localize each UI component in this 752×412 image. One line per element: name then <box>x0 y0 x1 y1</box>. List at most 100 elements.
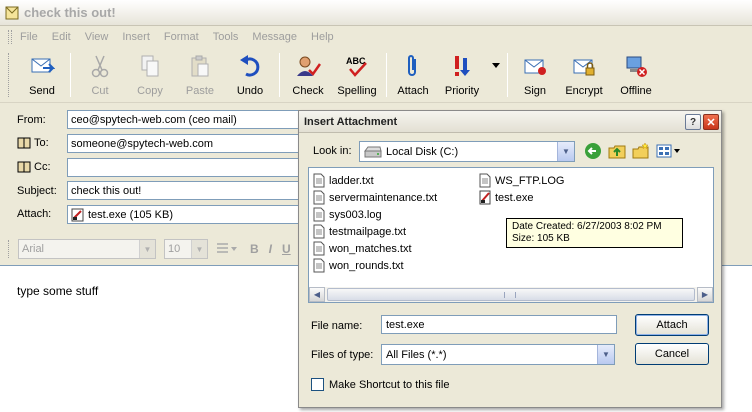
attach-field[interactable]: test.exe (105 KB) <box>67 205 307 224</box>
toolbar-grip <box>8 53 12 97</box>
scroll-left-button[interactable]: ◀ <box>309 287 325 302</box>
priority-dropdown[interactable] <box>489 49 503 99</box>
encrypt-button[interactable]: Encrypt <box>558 49 610 99</box>
priority-icon <box>448 53 476 79</box>
sign-button[interactable]: Sign <box>512 49 558 99</box>
menu-file[interactable]: File <box>20 31 38 43</box>
menu-insert[interactable]: Insert <box>122 31 150 43</box>
undo-label: Undo <box>236 85 264 97</box>
scroll-track[interactable] <box>325 287 697 302</box>
send-label: Send <box>29 85 55 97</box>
list-item[interactable]: testmailpage.txt <box>313 224 406 239</box>
attach-value: test.exe (105 KB) <box>88 208 173 221</box>
check-names-button[interactable]: Check <box>284 49 332 99</box>
checkbox[interactable] <box>311 378 324 391</box>
text-file-icon <box>313 190 325 205</box>
scroll-thumb[interactable] <box>327 288 695 301</box>
subject-field[interactable]: check this out! <box>67 181 307 200</box>
new-folder-button[interactable] <box>631 141 651 161</box>
back-arrow-icon <box>585 143 601 159</box>
file-name: WS_FTP.LOG <box>495 174 565 187</box>
scroll-right-button[interactable]: ▶ <box>697 287 713 302</box>
address-book-icon <box>17 137 31 149</box>
list-item[interactable]: won_rounds.txt <box>313 258 404 273</box>
up-folder-icon <box>608 145 626 159</box>
text-file-icon <box>313 224 325 239</box>
toolbar-separator <box>279 53 280 97</box>
menu-help[interactable]: Help <box>311 31 334 43</box>
file-tooltip: Date Created: 6/27/2003 8:02 PM Size: 10… <box>506 218 683 248</box>
paste-button[interactable]: Paste <box>175 49 225 99</box>
paste-icon <box>186 53 214 79</box>
lookin-select[interactable]: Local Disk (C:) ▼ <box>359 141 575 162</box>
attach-label-header: Attach: <box>17 208 52 220</box>
list-item[interactable]: WS_FTP.LOG <box>479 173 564 188</box>
list-item[interactable]: test.exe <box>479 190 534 205</box>
bold-button[interactable]: B <box>250 242 259 256</box>
copy-button[interactable]: Copy <box>125 49 175 99</box>
send-button[interactable]: Send <box>18 49 66 99</box>
paste-label: Paste <box>185 85 215 97</box>
menu-view[interactable]: View <box>85 31 109 43</box>
italic-button[interactable]: I <box>269 242 272 256</box>
chevron-down-icon: ▼ <box>557 142 574 161</box>
filetype-select[interactable]: All Files (*.*) ▼ <box>381 344 615 365</box>
text-file-icon <box>313 241 325 256</box>
font-value: Arial <box>22 243 45 255</box>
from-label: From: <box>17 114 46 126</box>
toolbar-separator <box>507 53 508 97</box>
attach-button[interactable]: Attach <box>391 49 435 99</box>
menu-message[interactable]: Message <box>252 31 297 43</box>
filename-input[interactable]: test.exe <box>381 315 617 334</box>
close-button[interactable]: ✕ <box>703 114 719 130</box>
file-name: sys003.log <box>329 208 382 221</box>
to-field[interactable]: someone@spytech-web.com <box>67 134 307 153</box>
tooltip-date: Date Created: 6/27/2003 8:02 PM <box>512 221 662 232</box>
chevron-down-icon <box>489 53 503 79</box>
undo-button[interactable]: Undo <box>225 49 275 99</box>
toolbar-separator <box>386 53 387 97</box>
priority-button[interactable]: Priority <box>435 49 489 99</box>
font-select[interactable]: Arial ▼ <box>18 239 156 259</box>
make-shortcut-checkbox[interactable]: Make Shortcut to this file <box>311 378 449 391</box>
offline-button[interactable]: Offline <box>610 49 662 99</box>
to-label-group[interactable]: To: <box>17 136 49 150</box>
from-field[interactable]: ceo@spytech-web.com (ceo mail) <box>67 110 307 129</box>
window-title: check this out! <box>24 5 116 20</box>
toolbar-separator <box>70 53 71 97</box>
cc-label-group[interactable]: Cc: <box>17 160 51 174</box>
paragraph-style-icon[interactable] <box>216 241 238 257</box>
dialog-nav-icons <box>583 141 683 161</box>
underline-button[interactable]: U <box>282 242 291 256</box>
format-grip <box>8 240 12 258</box>
message-body-text: type some stuff <box>17 284 99 298</box>
font-size-select[interactable]: 10 ▼ <box>164 239 208 259</box>
file-name: test.exe <box>495 191 534 204</box>
cc-field[interactable] <box>67 158 307 177</box>
help-button[interactable]: ? <box>685 114 701 130</box>
menu-tools[interactable]: Tools <box>213 31 239 43</box>
cancel-button[interactable]: Cancel <box>635 343 709 365</box>
sign-label: Sign <box>523 85 547 97</box>
text-file-icon <box>313 173 325 188</box>
title-bar: check this out! <box>0 0 752 26</box>
list-item[interactable]: ladder.txt <box>313 173 374 188</box>
list-item[interactable]: won_matches.txt <box>313 241 412 256</box>
back-button[interactable] <box>583 141 603 161</box>
list-item[interactable]: servermaintenance.txt <box>313 190 437 205</box>
horizontal-scrollbar[interactable]: ◀ ▶ <box>308 287 714 303</box>
list-item[interactable]: sys003.log <box>313 207 382 222</box>
up-folder-button[interactable] <box>607 141 627 161</box>
chevron-down-icon: ▼ <box>597 345 614 364</box>
dialog-title: Insert Attachment <box>304 115 398 128</box>
menu-format[interactable]: Format <box>164 31 199 43</box>
menu-bar: File Edit View Insert Format Tools Messa… <box>0 27 752 47</box>
cc-label: Cc: <box>34 161 51 173</box>
menu-edit[interactable]: Edit <box>52 31 71 43</box>
attach-dialog-button[interactable]: Attach <box>635 314 709 336</box>
cut-button[interactable]: Cut <box>75 49 125 99</box>
spelling-button[interactable]: ABC Spelling <box>332 49 382 99</box>
scissors-icon <box>86 53 114 79</box>
file-name: ladder.txt <box>329 174 374 187</box>
view-menu-button[interactable] <box>655 141 683 161</box>
